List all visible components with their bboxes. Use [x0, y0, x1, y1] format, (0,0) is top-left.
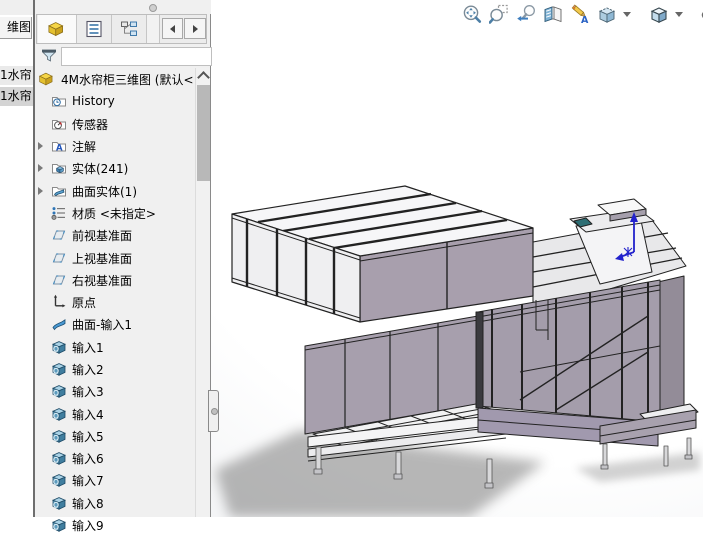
display-style-button[interactable]	[646, 2, 671, 26]
zoom-to-area-button[interactable]	[486, 2, 511, 26]
panel-splitter-dot-icon[interactable]	[149, 4, 157, 12]
tab-propertymanager[interactable]	[77, 15, 112, 43]
expand-arrow-icon[interactable]	[38, 163, 51, 173]
history-folder-icon	[51, 93, 67, 109]
tree-item-sensors[interactable]: 传感器	[38, 113, 196, 135]
property-list-icon	[84, 19, 104, 39]
expand-arrow-icon[interactable]	[38, 186, 51, 196]
background-strip-header	[0, 0, 33, 15]
configuration-icon	[119, 19, 139, 39]
part-icon	[38, 70, 56, 88]
expand-arrow-icon[interactable]	[38, 141, 51, 151]
view-orientation-button[interactable]	[594, 2, 619, 26]
tree-item-history[interactable]: History	[38, 90, 196, 112]
tree-root-item[interactable]: 4M水帘柜三维图 (默认<	[38, 68, 196, 90]
plane-icon	[51, 272, 67, 288]
handle-dot-icon	[211, 408, 218, 415]
tree-item-import1[interactable]: 输入1	[38, 336, 196, 358]
tree-item-top-plane[interactable]: 上视基准面	[38, 247, 196, 269]
featuremanager-panel: 4M水帘柜三维图 (默认< History 传感器 注解 实体(241) 曲面实…	[35, 0, 211, 517]
import-body-icon	[51, 428, 67, 444]
section-view-button[interactable]	[540, 2, 565, 26]
hide-show-items-button[interactable]	[698, 2, 703, 26]
tree-item-import4[interactable]: 输入4	[38, 403, 196, 425]
tree-item-origin[interactable]: 原点	[38, 291, 196, 313]
tab-configurationmanager[interactable]	[112, 15, 147, 43]
3d-drawing-view-button[interactable]	[567, 2, 592, 26]
view-orientation-dropdown-caret-icon[interactable]	[623, 12, 631, 17]
tree-item-annotations[interactable]: 注解	[38, 135, 196, 157]
zoom-to-fit-icon	[462, 4, 482, 24]
tree-item-import8[interactable]: 输入8	[38, 492, 196, 514]
panel-collapse-handle[interactable]	[208, 390, 219, 432]
tree-item-surface-bodies[interactable]: 曲面实体(1)	[38, 180, 196, 202]
tree-item-import9[interactable]: 输入9	[38, 514, 196, 536]
import-body-icon	[51, 472, 67, 488]
import-body-icon	[51, 383, 67, 399]
tab-featuremanager[interactable]	[38, 15, 77, 43]
tab-scroll-left-button[interactable]	[162, 18, 183, 39]
panel-tab-bar	[36, 14, 207, 44]
annotations-folder-icon	[51, 138, 67, 154]
tree-item-import2[interactable]: 输入2	[38, 358, 196, 380]
import-body-icon	[51, 495, 67, 511]
import-body-icon	[51, 339, 67, 355]
section-view-icon	[543, 4, 563, 24]
display-style-icon	[649, 4, 669, 24]
plane-icon	[51, 227, 67, 243]
plane-icon	[51, 250, 67, 266]
view-orientation-icon	[597, 4, 617, 24]
background-window-strip: 维图 1水帘 1水帘	[0, 0, 33, 517]
tree-item-front-plane[interactable]: 前视基准面	[38, 224, 196, 246]
panel-top-strip	[35, 0, 211, 14]
solid-bodies-folder-icon	[51, 160, 67, 176]
tree-scrollbar[interactable]	[195, 68, 210, 517]
import-body-icon	[51, 361, 67, 377]
scrollbar-up-arrow-icon[interactable]	[197, 71, 210, 84]
origin-icon	[51, 294, 67, 310]
scrollbar-thumb[interactable]	[197, 85, 210, 181]
tree-item-import7[interactable]: 输入7	[38, 469, 196, 491]
tree-item-material[interactable]: 材质 <未指定>	[38, 202, 196, 224]
tree-filter-row	[35, 45, 211, 68]
tree-filter-input[interactable]	[61, 47, 212, 66]
surface-bodies-folder-icon	[51, 183, 67, 199]
tree-item-import5[interactable]: 输入5	[38, 425, 196, 447]
chevron-right-icon	[193, 25, 198, 33]
import-body-icon	[51, 450, 67, 466]
background-tree-item-selected[interactable]: 1水帘	[0, 87, 33, 106]
previous-view-button[interactable]	[513, 2, 538, 26]
tree-item-surface-import1[interactable]: 曲面-输入1	[38, 313, 196, 335]
tree-item-import3[interactable]: 输入3	[38, 380, 196, 402]
tree-item-right-plane[interactable]: 右视基准面	[38, 269, 196, 291]
graphics-viewport[interactable]	[211, 0, 703, 517]
import-body-icon	[51, 406, 67, 422]
solidworks-window: { "app": "SolidWorks", "left_strip": { "…	[0, 0, 703, 517]
surface-import-icon	[51, 316, 67, 332]
tab-scroll-right-button[interactable]	[184, 18, 206, 39]
heads-up-view-toolbar	[459, 1, 703, 27]
zoom-to-area-icon	[489, 4, 509, 24]
display-style-dropdown-caret-icon[interactable]	[675, 12, 683, 17]
tree-item-solid-bodies[interactable]: 实体(241)	[38, 157, 196, 179]
sensors-icon	[51, 116, 67, 132]
filter-funnel-icon	[40, 47, 58, 65]
part-icon	[47, 19, 67, 39]
previous-view-icon	[516, 4, 536, 24]
background-tab[interactable]: 维图	[0, 17, 32, 39]
chevron-left-icon	[170, 25, 175, 33]
tree-item-import6[interactable]: 输入6	[38, 447, 196, 469]
zoom-to-fit-button[interactable]	[459, 2, 484, 26]
import-body-icon	[51, 517, 67, 533]
background-tree-item[interactable]: 1水帘	[0, 66, 33, 85]
tab-partial[interactable]	[147, 15, 160, 43]
material-icon	[51, 205, 67, 221]
3d-drawing-view-icon	[570, 4, 590, 24]
tree-root-label: 4M水帘柜三维图 (默认<	[61, 71, 194, 88]
